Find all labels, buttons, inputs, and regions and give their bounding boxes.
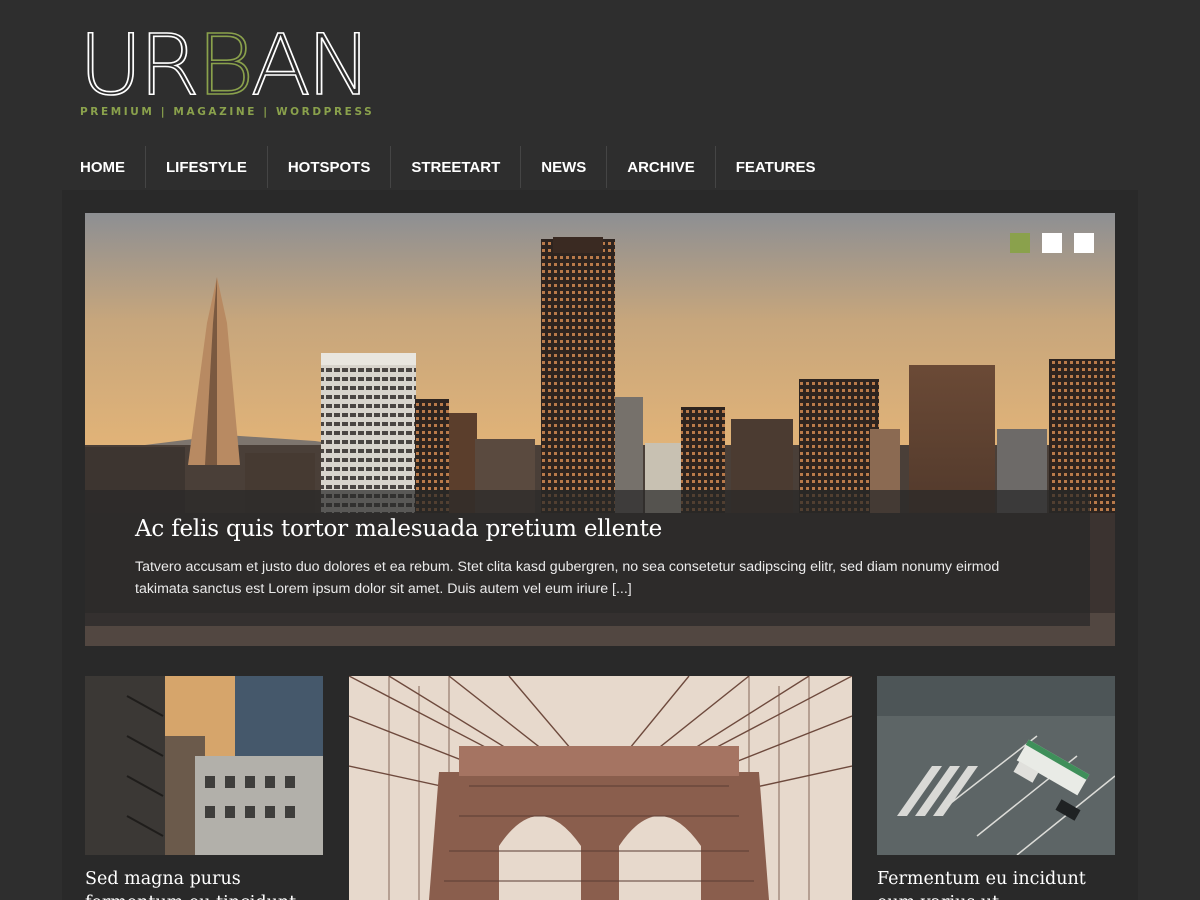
post-card-3[interactable]: Fermentum eu incidunt eum varius ut xyxy=(877,676,1115,900)
site-logo[interactable]: U R B A N PREMIUM | MAGAZINE | WORDPRESS xyxy=(78,16,374,118)
post-card-1-title[interactable]: Sed magna purus fermentum eu tincidunt xyxy=(85,867,323,900)
main-navigation: HOME LIFESTYLE HOTSPOTS STREETART NEWS A… xyxy=(80,146,836,188)
nav-item-features[interactable]: FEATURES xyxy=(716,146,836,188)
post-card-1[interactable]: Sed magna purus fermentum eu tincidunt xyxy=(85,676,323,900)
slide-caption: Ac felis quis tortor malesuada pretium e… xyxy=(85,490,1090,626)
slider-dot-1[interactable] xyxy=(1010,233,1030,253)
slide-title[interactable]: Ac felis quis tortor malesuada pretium e… xyxy=(135,516,1040,542)
post-card-3-image xyxy=(877,676,1115,855)
nav-item-archive[interactable]: ARCHIVE xyxy=(607,146,716,188)
nav-item-home[interactable]: HOME xyxy=(80,146,146,188)
logo-wordmark: U R B A N xyxy=(78,16,374,114)
logo-letter: R xyxy=(138,16,201,114)
logo-letter: U xyxy=(78,16,144,114)
featured-slider[interactable]: Ac felis quis tortor malesuada pretium e… xyxy=(85,213,1115,646)
slide-excerpt: Tatvero accusam et justo duo dolores et … xyxy=(135,559,1000,597)
nav-item-streetart[interactable]: STREETART xyxy=(391,146,522,188)
logo-letter: N xyxy=(306,16,374,114)
slider-pagination xyxy=(1010,233,1094,253)
nav-item-hotspots[interactable]: HOTSPOTS xyxy=(268,146,392,188)
logo-letter-accent: B xyxy=(196,16,255,114)
post-card-3-title[interactable]: Fermentum eu incidunt eum varius ut xyxy=(877,867,1115,900)
nav-item-lifestyle[interactable]: LIFESTYLE xyxy=(146,146,268,188)
post-card-2-image xyxy=(349,676,852,900)
nav-item-news[interactable]: NEWS xyxy=(521,146,608,188)
post-card-2[interactable] xyxy=(349,676,852,900)
post-card-1-image xyxy=(85,676,323,855)
slider-dot-3[interactable] xyxy=(1074,233,1094,253)
slider-dot-2[interactable] xyxy=(1042,233,1062,253)
logo-letter: A xyxy=(250,16,312,114)
